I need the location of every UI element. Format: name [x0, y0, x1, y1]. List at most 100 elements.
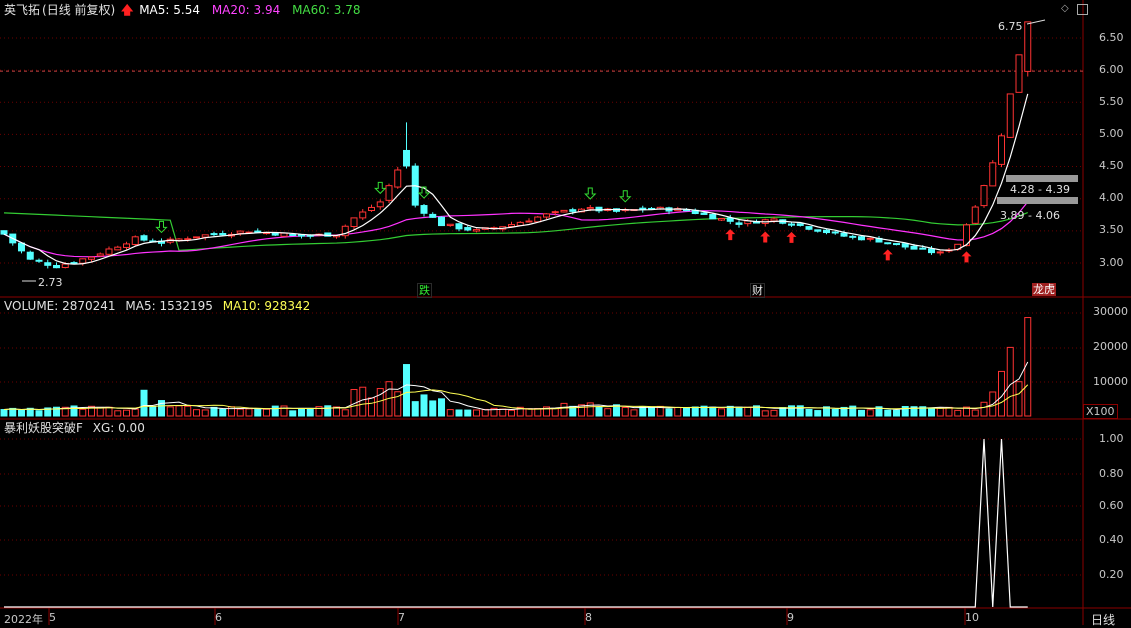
candle-body: [376, 201, 384, 208]
candle-body: [394, 169, 402, 188]
volume-bar: [175, 405, 183, 417]
candle-body: [53, 265, 60, 269]
candle-body: [114, 246, 122, 251]
volume-bar: [709, 406, 717, 417]
month-label: 8: [585, 611, 592, 624]
chart-mode: (日线 前复权): [42, 3, 116, 17]
candle-body: [131, 236, 139, 245]
volume-ma10-label: MA10: 928342: [222, 299, 311, 313]
volume-bar: [884, 409, 892, 417]
candle-body: [840, 232, 848, 237]
indicator-axis-tick: 0.80: [1099, 467, 1124, 480]
volume-bar: [131, 408, 139, 417]
month-label: 10: [965, 611, 979, 624]
candle-body: [1024, 21, 1032, 72]
volume-ma10-polyline: [3, 384, 1029, 411]
diamond-icon[interactable]: ◇: [1061, 4, 1071, 14]
volume-bar: [954, 409, 962, 417]
volume-bar: [691, 406, 699, 417]
volume-bar: [184, 405, 192, 417]
volume-bar: [936, 407, 944, 417]
candle-body: [718, 217, 725, 221]
event-label-finance[interactable]: 财: [750, 283, 765, 298]
candle-body: [455, 223, 463, 230]
event-label-drop[interactable]: 跌: [417, 283, 432, 298]
candle-body: [61, 263, 69, 269]
volume-bar: [928, 407, 935, 417]
candle-body: [989, 162, 997, 187]
price-axis-tick: 3.00: [1099, 256, 1124, 269]
volume-bar: [219, 408, 227, 417]
volume-axis-tick: 30000: [1093, 305, 1128, 318]
candle-body: [385, 185, 393, 201]
volume-bar: [621, 406, 629, 417]
price-header: 英飞拓 (日线 前复权) 🡅 MA5: 5.54 MA20: 3.94 MA60:…: [4, 3, 362, 17]
zone-lower-label: 3.89 - 4.06: [1000, 209, 1060, 222]
price-zone-upper: [1006, 175, 1078, 182]
buy-signal-arrow-icon: [725, 229, 736, 241]
indicator-axis-tick: 0.60: [1099, 499, 1124, 512]
candle-body: [893, 243, 900, 246]
candle-body: [298, 234, 305, 237]
candle-body: [936, 251, 944, 254]
candle-body: [420, 205, 428, 214]
candle-body: [858, 236, 865, 241]
volume-bar: [1015, 381, 1023, 417]
collapse-icon[interactable]: [1077, 4, 1088, 15]
volume-bar: [368, 397, 375, 417]
volume-bar: [271, 405, 279, 417]
volume-bar: [858, 409, 865, 417]
volume-bar: [735, 406, 743, 417]
candle-body: [88, 256, 95, 260]
price-axis-tick: 4.50: [1099, 159, 1124, 172]
volume-bar: [254, 409, 262, 417]
candle-body: [350, 217, 358, 228]
xg-polyline: [4, 438, 1028, 608]
candle-body: [884, 242, 892, 245]
month-label: 9: [787, 611, 794, 624]
volume-bar: [193, 409, 200, 417]
ma5-line: [3, 93, 1029, 265]
candle-body: [289, 233, 297, 236]
volume-bar: [831, 408, 839, 417]
candle-body: [368, 206, 375, 212]
candle-body: [96, 253, 104, 257]
volume-bar: [341, 409, 349, 417]
price-axis-tick: 3.50: [1099, 223, 1124, 236]
volume-bar: [245, 408, 253, 417]
indicator-axis-tick: 1.00: [1099, 432, 1124, 445]
candle-body: [429, 213, 437, 218]
candle-body: [796, 223, 804, 226]
volume-bar: [438, 398, 445, 417]
month-label: 6: [215, 611, 222, 624]
candle-body: [971, 206, 979, 224]
buy-signal-arrow-icon: [882, 249, 893, 261]
volume-axis-tick: 20000: [1093, 340, 1128, 353]
period-daily-button[interactable]: 日线: [1091, 611, 1115, 628]
volume-bar: [770, 409, 778, 417]
buy-signal-arrow-icon: [961, 251, 972, 263]
candle-body: [735, 222, 743, 225]
candle-body: [254, 230, 262, 233]
candle-body: [543, 213, 550, 218]
event-label-dragon-tiger[interactable]: 龙虎: [1032, 283, 1056, 296]
volume-ma5-polyline: [3, 361, 1029, 411]
volume-bar: [0, 409, 8, 417]
candle-body: [586, 207, 594, 210]
candle-body: [210, 233, 218, 236]
candle-body: [70, 262, 78, 265]
volume-bar: [324, 405, 332, 417]
volume-bar: [306, 408, 314, 417]
volume-bar: [429, 400, 437, 417]
volume-bar: [744, 406, 752, 417]
indicator-xg-label: XG: 0.00: [92, 421, 145, 435]
candle-body: [123, 243, 130, 248]
candle-body: [140, 235, 148, 241]
volume-bar: [298, 408, 305, 417]
ma60-line: [3, 212, 1028, 252]
volume-header: VOLUME: 2870241 MA5: 1532195 MA10: 92834…: [4, 299, 312, 313]
candle-body: [525, 220, 533, 223]
volume-bar: [683, 407, 690, 417]
volume-bar: [648, 406, 655, 417]
volume-bar: [403, 364, 410, 417]
